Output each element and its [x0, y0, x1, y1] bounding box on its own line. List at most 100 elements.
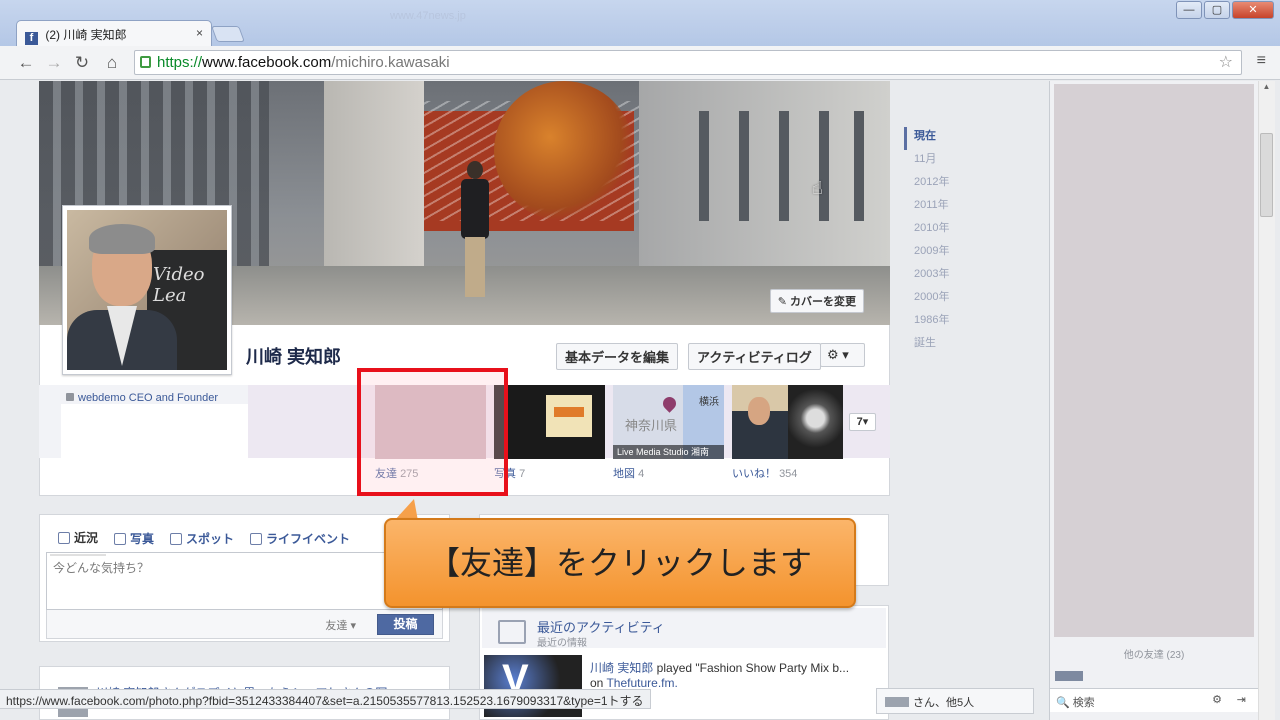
timeline-item[interactable]: 2011年 [904, 196, 984, 219]
browser-tab[interactable]: f (2) 川崎 実知郎 × [16, 20, 212, 46]
activity-source: on Thefuture.fm. [590, 676, 678, 690]
map-thumbnail: 横浜 神奈川県 Live Media Studio 湘南 [613, 385, 724, 459]
cover-person-body [461, 179, 489, 239]
bookmark-star-icon[interactable]: ☆ [1219, 51, 1233, 74]
app-count: 4 [638, 468, 645, 480]
thefuture-link[interactable]: Thefuture.fm. [606, 676, 677, 690]
reload-icon[interactable]: ↻ [70, 51, 94, 75]
lock-icon [140, 56, 151, 68]
url-host: www.facebook.com [202, 54, 332, 71]
scroll-up-icon[interactable]: ▲ [1258, 82, 1275, 96]
status-url: https://www.facebook.com/photo.php?fbid=… [6, 694, 608, 708]
cover-tree [494, 81, 634, 221]
profile-name[interactable]: 川崎 実知郎 [246, 343, 341, 369]
tab-label: 近況 [74, 531, 99, 545]
settings-gear-button[interactable]: ⚙ ▾ [820, 343, 865, 367]
link-status-bar: https://www.facebook.com/photo.php?fbid=… [0, 689, 651, 709]
background-window-text: www.47news.jp [390, 10, 466, 22]
cover-person [457, 161, 493, 301]
browser-titlebar: f (2) 川崎 実知郎 × www.47news.jp — ▢ ✕ [0, 0, 1280, 46]
profile-picture[interactable]: Video Lea [62, 205, 232, 375]
cover-window [854, 111, 864, 221]
facebook-page: ✎ カバーを変更 Video Lea 川崎 実知郎 基本データを編集 アクティビ… [0, 81, 1280, 720]
photos-thumbnail [494, 385, 605, 459]
activity-detail: played "Fashion Show Party Mix b... [653, 661, 850, 675]
likes-photo-face [748, 397, 770, 425]
map-caption: Live Media Studio 湘南 [613, 445, 724, 459]
cover-window [779, 111, 789, 221]
change-cover-button[interactable]: ✎ カバーを変更 [769, 289, 864, 313]
tab-title: (2) 川崎 実知郎 [45, 28, 127, 42]
likes-photo-person [732, 385, 788, 459]
new-tab-button[interactable] [211, 26, 245, 42]
app-photos[interactable] [494, 385, 605, 459]
status-icon [58, 531, 70, 544]
scrollbar-thumb[interactable] [1260, 133, 1273, 217]
timeline-item[interactable]: 2009年 [904, 242, 984, 265]
edit-profile-button[interactable]: 基本データを編集 [556, 343, 679, 370]
activity-log-button[interactable]: アクティビティログ [688, 343, 821, 370]
cover-person-legs [465, 237, 485, 297]
app-label-likes[interactable]: いいね！ 354 [732, 465, 797, 481]
chat-settings-icon[interactable]: ⚙ [1212, 693, 1222, 706]
close-window-button[interactable]: ✕ [1232, 1, 1274, 19]
address-bar[interactable]: https://www.facebook.com/michiro.kawasak… [134, 50, 1242, 75]
facebook-favicon-icon: f [25, 32, 38, 45]
audience-selector[interactable]: 友達 ▾ [325, 617, 356, 633]
tab-label: 写真 [130, 532, 155, 546]
timeline-item[interactable]: 1986年 [904, 311, 984, 334]
place-icon [170, 532, 183, 545]
composer-actions: 友達 ▾ 投稿 [46, 610, 443, 639]
chat-search-input[interactable]: 🔍 検索 [1056, 697, 1095, 709]
work-text: webdemo CEO and Founder [78, 392, 219, 404]
chat-tab[interactable]: さん、他5人 [876, 688, 1034, 714]
friend-avatar[interactable] [1055, 671, 1083, 681]
timeline-item[interactable]: 11月 [904, 150, 984, 173]
activity-user-link[interactable]: 川崎 実知郎 [590, 661, 653, 675]
cover-window [819, 111, 829, 221]
more-apps-button[interactable]: 7▾ [849, 413, 876, 431]
forward-icon[interactable]: → [42, 51, 66, 75]
activity-on: on [590, 676, 607, 690]
highlight-box [357, 368, 508, 496]
maximize-button[interactable]: ▢ [1204, 1, 1230, 19]
timeline-item[interactable]: 2003年 [904, 265, 984, 288]
minimize-button[interactable]: — [1176, 1, 1202, 19]
browser-menu-icon[interactable]: ≡ [1257, 52, 1266, 70]
profile-picture-image: Video Lea [67, 210, 227, 370]
app-count: 7 [519, 468, 526, 480]
likes-thumbnail [732, 385, 843, 459]
map-label-kanagawa: 神奈川県 [625, 418, 678, 433]
back-icon[interactable]: ← [14, 51, 38, 75]
app-label-map[interactable]: 地図 4 [613, 465, 644, 481]
url-scheme: https:// [157, 54, 203, 71]
activity-header: 最近のアクティビティ 最近の情報 [482, 608, 886, 649]
app-label-text: いいね！ [732, 468, 776, 480]
chat-name-redacted [885, 697, 909, 707]
hair [89, 224, 155, 254]
about-blank-area [61, 404, 248, 458]
cover-window [739, 111, 749, 221]
tab-label: スポット [186, 532, 235, 546]
home-icon[interactable]: ⌂ [100, 51, 124, 75]
tab-close-icon[interactable]: × [196, 26, 203, 40]
app-label-text: 地図 [613, 468, 635, 480]
timeline-item[interactable]: 2012年 [904, 173, 984, 196]
timeline-item[interactable]: 2000年 [904, 288, 984, 311]
work-info[interactable]: webdemo CEO and Founder [66, 392, 218, 404]
map-label-yokohama: 横浜 [699, 397, 719, 408]
chat-search[interactable]: 🔍 検索 ⚙ ⇥ [1050, 688, 1258, 712]
timeline-item[interactable]: 誕生 [904, 334, 984, 357]
cover-window [699, 111, 709, 221]
tab-label: ライフイベント [266, 532, 351, 546]
app-map[interactable]: 横浜 神奈川県 Live Media Studio 湘南 [613, 385, 724, 459]
app-count: 354 [779, 468, 798, 480]
chat-friend-list [1054, 84, 1254, 637]
app-likes[interactable] [732, 385, 843, 459]
status-tail: トする [607, 694, 644, 708]
chat-popout-icon[interactable]: ⇥ [1237, 693, 1246, 706]
timeline-item[interactable]: 2010年 [904, 219, 984, 242]
browser-toolbar: ← → ↻ ⌂ https://www.facebook.com/michiro… [0, 46, 1280, 80]
post-button[interactable]: 投稿 [377, 614, 434, 635]
timeline-item[interactable]: 現在 [904, 127, 984, 150]
